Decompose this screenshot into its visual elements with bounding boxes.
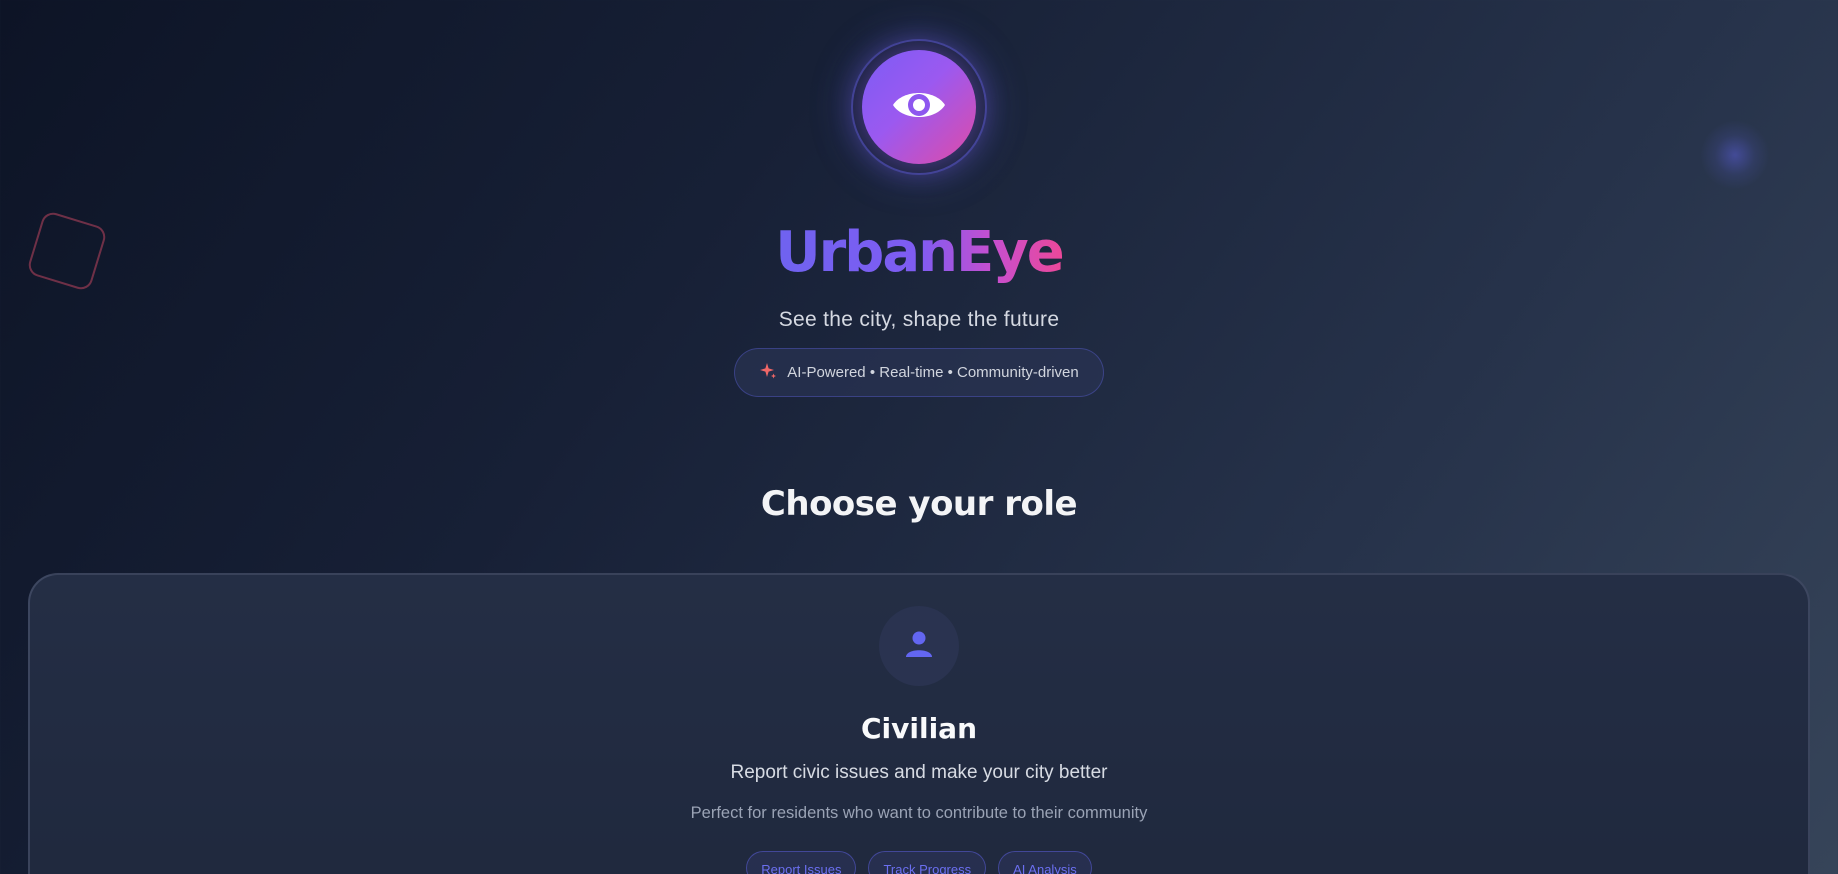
- tag-track-progress: Track Progress: [868, 851, 987, 874]
- role-avatar: [879, 606, 959, 686]
- section-title: Choose your role: [760, 484, 1078, 524]
- tagline: See the city, shape the future: [778, 308, 1060, 331]
- eye-icon: [891, 85, 947, 130]
- app-logo: [862, 50, 976, 164]
- role-title: Civilian: [860, 712, 978, 745]
- role-subtext: Perfect for residents who want to contri…: [690, 804, 1148, 822]
- tag-report-issues: Report Issues: [746, 851, 857, 874]
- tag-ai-analysis: AI Analysis: [998, 851, 1092, 874]
- features-pill-text: AI-Powered • Real-time • Community-drive…: [787, 364, 1079, 381]
- user-icon: [904, 629, 934, 664]
- role-tags: Report Issues Track Progress AI Analysis: [0, 851, 1838, 874]
- features-pill: AI-Powered • Real-time • Community-drive…: [734, 348, 1104, 397]
- brand-title: UrbanEye: [775, 220, 1065, 285]
- role-description: Report civic issues and make your city b…: [730, 762, 1108, 783]
- sparkle-icon: [759, 362, 777, 384]
- background-glow-dot: [1700, 120, 1770, 190]
